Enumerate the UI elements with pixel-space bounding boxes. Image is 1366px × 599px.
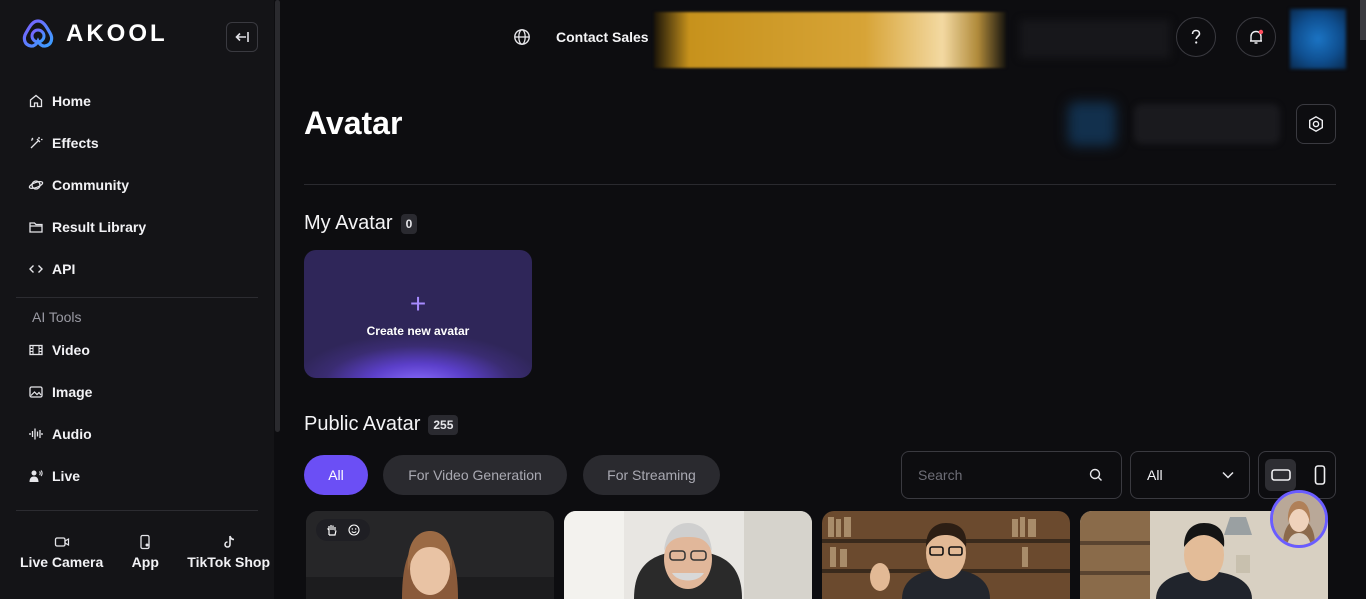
nav-label: Live [52, 468, 81, 484]
tiktok-icon [223, 535, 234, 548]
nav-label: Effects [52, 135, 99, 151]
card-tags [316, 519, 370, 541]
section-title: My Avatar [304, 212, 393, 234]
search-input[interactable]: Search [901, 451, 1122, 499]
bottom-item-tiktok-shop[interactable]: TikTok Shop [187, 534, 270, 570]
nav-item-effects[interactable]: Effects [28, 122, 258, 164]
page-scrollbar[interactable] [1360, 0, 1366, 40]
sidebar: AKOOL Home Effects Community Result Libr… [0, 0, 274, 599]
notifications-button[interactable] [1236, 17, 1276, 57]
portrait-icon [1314, 465, 1325, 485]
sidebar-scrollbar[interactable] [275, 0, 280, 432]
promo-banner[interactable] [654, 12, 1006, 68]
category-select[interactable]: All [1130, 451, 1250, 499]
nav-item-live[interactable]: Live [28, 455, 258, 497]
count-badge: 0 [400, 213, 418, 234]
settings-button[interactable] [1296, 104, 1336, 144]
floating-assistant-avatar[interactable] [1270, 490, 1328, 548]
create-avatar-label: Create new avatar [366, 324, 470, 338]
home-icon [29, 94, 43, 108]
film-icon [29, 344, 43, 356]
sidebar-divider [16, 510, 258, 511]
search-placeholder: Search [918, 467, 963, 483]
code-icon [29, 265, 43, 273]
nav-label: Community [52, 177, 129, 193]
nav-label: Image [52, 384, 93, 400]
main-nav: Home Effects Community Result Library AP… [28, 80, 258, 290]
nav-item-audio[interactable]: Audio [28, 413, 258, 455]
brand-logo[interactable]: AKOOL [20, 18, 168, 50]
gesture-icon [327, 525, 337, 536]
sidebar-bottom-bar: Live Camera App TikTok Shop [20, 534, 270, 570]
collapse-left-icon [235, 32, 249, 42]
globe-icon [514, 29, 530, 45]
chevron-down-icon [1222, 471, 1234, 479]
ai-tools-nav: Video Image Audio Live [28, 329, 258, 497]
filter-chip-all[interactable]: All [304, 455, 368, 495]
contact-sales-link[interactable]: Contact Sales [556, 29, 649, 45]
blurred-topbar-item[interactable] [1020, 20, 1170, 58]
smile-icon [348, 524, 360, 536]
count-badge: 255 [428, 414, 459, 435]
avatar-thumbnail [822, 511, 1070, 599]
avatar-card[interactable] [306, 511, 554, 599]
filter-chip-video-generation[interactable]: For Video Generation [383, 455, 567, 495]
nav-item-image[interactable]: Image [28, 371, 258, 413]
bottom-item-label: TikTok Shop [187, 554, 270, 570]
collapse-sidebar-button[interactable] [226, 22, 258, 52]
avatar-thumbnail [564, 511, 812, 599]
landscape-icon [1270, 469, 1291, 481]
brand-name: AKOOL [66, 20, 168, 47]
sidebar-divider [16, 297, 258, 298]
avatar-card[interactable] [822, 511, 1070, 599]
folder-icon [29, 222, 43, 233]
phone-icon [140, 534, 150, 550]
nav-item-community[interactable]: Community [28, 164, 258, 206]
select-value: All [1147, 467, 1163, 483]
nav-label: Home [52, 93, 91, 109]
landscape-ratio-button[interactable] [1265, 459, 1296, 491]
section-title: Public Avatar [304, 413, 421, 435]
nav-item-home[interactable]: Home [28, 80, 258, 122]
nav-label: Audio [52, 426, 92, 442]
portrait-ratio-button[interactable] [1304, 459, 1335, 491]
search-icon [1089, 468, 1102, 481]
planet-icon [28, 180, 44, 190]
page-title: Avatar [304, 105, 403, 141]
akool-logo-icon [22, 19, 54, 48]
ai-tools-heading: AI Tools [32, 309, 82, 325]
nav-label: Result Library [52, 219, 147, 235]
my-avatar-heading: My Avatar 0 [304, 212, 418, 235]
nav-item-result-library[interactable]: Result Library [28, 206, 258, 248]
plus-icon: + [409, 288, 427, 319]
assistant-avatar-image [1273, 493, 1325, 545]
bottom-item-label: App [131, 554, 159, 570]
bottom-item-live-camera[interactable]: Live Camera [20, 534, 103, 570]
question-icon [1191, 29, 1201, 44]
language-button[interactable] [513, 28, 531, 51]
nav-label: API [52, 261, 76, 277]
blurred-header-item[interactable] [1134, 104, 1280, 144]
public-avatar-heading: Public Avatar 255 [304, 413, 459, 436]
nav-item-api[interactable]: API [28, 248, 258, 290]
header-divider [304, 184, 1336, 185]
blurred-header-item[interactable] [1068, 102, 1116, 146]
camera-icon [54, 537, 69, 547]
bottom-item-label: Live Camera [20, 554, 104, 570]
nav-item-video[interactable]: Video [28, 329, 258, 371]
image-icon [29, 386, 43, 398]
bottom-item-app[interactable]: App [132, 534, 159, 570]
person-wave-icon [29, 470, 43, 482]
filter-chip-streaming[interactable]: For Streaming [583, 455, 720, 495]
waveform-icon [29, 428, 43, 440]
create-new-avatar-card[interactable]: + Create new avatar [304, 250, 532, 378]
user-avatar[interactable] [1290, 9, 1346, 69]
settings-hex-icon [1309, 115, 1323, 133]
bell-icon [1250, 29, 1264, 44]
help-button[interactable] [1176, 17, 1216, 57]
wand-icon [30, 137, 43, 149]
avatar-card[interactable] [564, 511, 812, 599]
nav-label: Video [52, 342, 90, 358]
